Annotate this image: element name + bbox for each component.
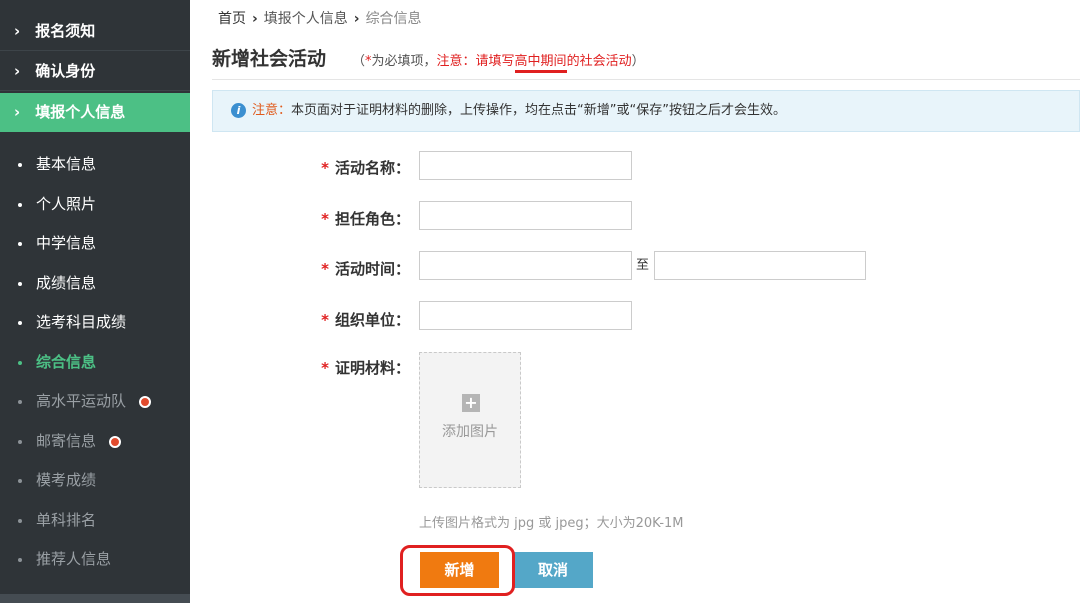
sidebar-item-label: 单科排名 xyxy=(36,511,97,529)
activity-name-label: * 活动名称： xyxy=(190,157,410,178)
organization-field[interactable] xyxy=(419,301,632,330)
sidebar-item-personal-photo[interactable]: 个人照片 xyxy=(0,185,190,224)
sidebar-section-label: 填报个人信息 xyxy=(35,103,126,121)
breadcrumb-current: 综合信息 xyxy=(365,11,422,27)
sidebar-item-label: 选考科目成绩 xyxy=(36,313,127,331)
material-label: * 证明材料： xyxy=(190,357,410,378)
note-required: 为必填项， xyxy=(371,54,437,69)
activity-end-field[interactable] xyxy=(654,251,866,280)
bullet-icon xyxy=(18,242,22,246)
activity-time-label: * 活动时间： xyxy=(190,258,410,279)
sidebar-item-elective-scores[interactable]: 选考科目成绩 xyxy=(0,303,190,342)
title-divider xyxy=(212,79,1080,80)
sidebar-section-personal-info[interactable]: › 填报个人信息 xyxy=(0,93,190,132)
date-range-separator: 至 xyxy=(636,258,650,273)
notification-dot-icon xyxy=(138,395,151,408)
required-star: * xyxy=(321,159,329,177)
upload-hint: 上传图片格式为 jpg 或 jpeg；大小为20K-1M xyxy=(419,516,684,531)
plus-icon: + xyxy=(462,394,480,412)
notice-text: 本页面对于证明材料的删除，上传操作，均在点击“新增”或“保存”按钮之后才会生效。 xyxy=(291,103,786,118)
chevron-right-icon: › xyxy=(14,22,21,40)
info-icon: i xyxy=(231,103,246,118)
sidebar-section-registration-notice[interactable]: › 报名须知 xyxy=(0,12,190,51)
notice-label: 注意： xyxy=(252,103,292,118)
role-input[interactable] xyxy=(420,202,631,229)
activity-name-field[interactable] xyxy=(419,151,632,180)
sidebar-item-label: 个人照片 xyxy=(36,195,97,213)
sidebar-section-label: 报名须知 xyxy=(35,22,96,40)
organization-input[interactable] xyxy=(420,302,631,329)
sidebar-item-label: 基本信息 xyxy=(36,155,97,173)
bullet-icon xyxy=(18,163,22,167)
sidebar-item-comprehensive-info[interactable]: 综合信息 xyxy=(0,343,190,382)
sidebar-item-subject-rank[interactable]: 单科排名 xyxy=(0,501,190,540)
notice-banner: i 注意：本页面对于证明材料的删除，上传操作，均在点击“新增”或“保存”按钮之后才… xyxy=(212,90,1080,132)
note-tail: 的社会活动 xyxy=(566,54,632,69)
sidebar-item-label: 邮寄信息 xyxy=(36,432,97,450)
sidebar-item-school-info[interactable]: 中学信息 xyxy=(0,224,190,263)
sidebar-item-sports-team[interactable]: 高水平运动队 xyxy=(0,382,190,421)
required-star: * xyxy=(321,359,329,377)
sidebar-section-confirm-identity[interactable]: › 确认身份 xyxy=(0,52,190,91)
note-emphasis: 高中期间 xyxy=(514,54,567,73)
bullet-icon xyxy=(18,479,22,483)
note-attention: 注意：请填写 xyxy=(436,54,515,69)
activity-name-label-text: 活动名称： xyxy=(334,159,410,177)
chevron-right-icon: › xyxy=(14,62,21,80)
breadcrumb-home[interactable]: 首页 xyxy=(218,11,246,27)
breadcrumb-separator-icon: › xyxy=(353,11,360,27)
required-star: * xyxy=(321,210,329,228)
breadcrumb: 首页 › 填报个人信息 › 综合信息 xyxy=(218,8,422,28)
activity-start-input[interactable] xyxy=(420,252,631,279)
bullet-icon xyxy=(18,321,22,325)
bullet-icon xyxy=(18,282,22,286)
role-field[interactable] xyxy=(419,201,632,230)
activity-start-field[interactable] xyxy=(419,251,632,280)
annotation-highlight-box xyxy=(400,545,515,596)
main-content: 首页 › 填报个人信息 › 综合信息 新增社会活动 （*为必填项，注意：请填写高中期间的… xyxy=(190,0,1080,603)
organization-label-text: 组织单位： xyxy=(334,311,410,329)
title-note: （*为必填项，注意：请填写高中期间的社会活动） xyxy=(352,50,645,73)
bullet-icon xyxy=(18,203,22,207)
organization-label: * 组织单位： xyxy=(190,309,410,330)
activity-name-input[interactable] xyxy=(420,152,631,179)
material-label-text: 证明材料： xyxy=(334,359,410,377)
bullet-icon xyxy=(18,558,22,562)
sidebar-item-label: 中学信息 xyxy=(36,234,97,252)
cancel-button[interactable]: 取消 xyxy=(513,552,593,588)
page-title: 新增社会活动 xyxy=(212,48,327,70)
notification-dot-icon xyxy=(108,435,121,448)
sidebar-item-label: 推荐人信息 xyxy=(36,550,112,568)
note-close-paren: ） xyxy=(631,54,645,69)
sidebar-section-label: 确认身份 xyxy=(35,62,96,80)
bullet-icon xyxy=(18,361,22,365)
sidebar-item-mock-exam[interactable]: 模考成绩 xyxy=(0,461,190,500)
bullet-icon xyxy=(18,400,22,404)
sidebar-item-basic-info[interactable]: 基本信息 xyxy=(0,145,190,184)
role-label: * 担任角色： xyxy=(190,208,410,229)
note-open-paren: （ xyxy=(352,54,366,69)
breadcrumb-separator-icon: › xyxy=(252,11,258,27)
sidebar-item-label: 综合信息 xyxy=(36,353,97,371)
activity-end-input[interactable] xyxy=(655,252,865,279)
chevron-right-icon: › xyxy=(14,103,21,121)
required-star: * xyxy=(321,311,329,329)
sidebar: › 报名须知 › 确认身份 › 填报个人信息 基本信息 个人照片 中学信息 成绩… xyxy=(0,0,190,603)
add-image-label: 添加图片 xyxy=(442,424,498,440)
activity-time-label-text: 活动时间： xyxy=(334,260,410,278)
sidebar-item-label: 成绩信息 xyxy=(36,274,97,292)
sidebar-item-label: 高水平运动队 xyxy=(36,392,127,410)
breadcrumb-step[interactable]: 填报个人信息 xyxy=(264,11,348,27)
bullet-icon xyxy=(18,519,22,523)
sidebar-item-grades[interactable]: 成绩信息 xyxy=(0,264,190,303)
sidebar-footer-strip xyxy=(0,594,190,603)
sidebar-item-referee-info[interactable]: 推荐人信息 xyxy=(0,540,190,579)
required-star: * xyxy=(321,260,329,278)
sidebar-item-mailing-info[interactable]: 邮寄信息 xyxy=(0,422,190,461)
bullet-icon xyxy=(18,440,22,444)
role-label-text: 担任角色： xyxy=(334,210,410,228)
sidebar-item-label: 模考成绩 xyxy=(36,471,97,489)
add-image-upload[interactable]: + 添加图片 xyxy=(419,352,521,488)
